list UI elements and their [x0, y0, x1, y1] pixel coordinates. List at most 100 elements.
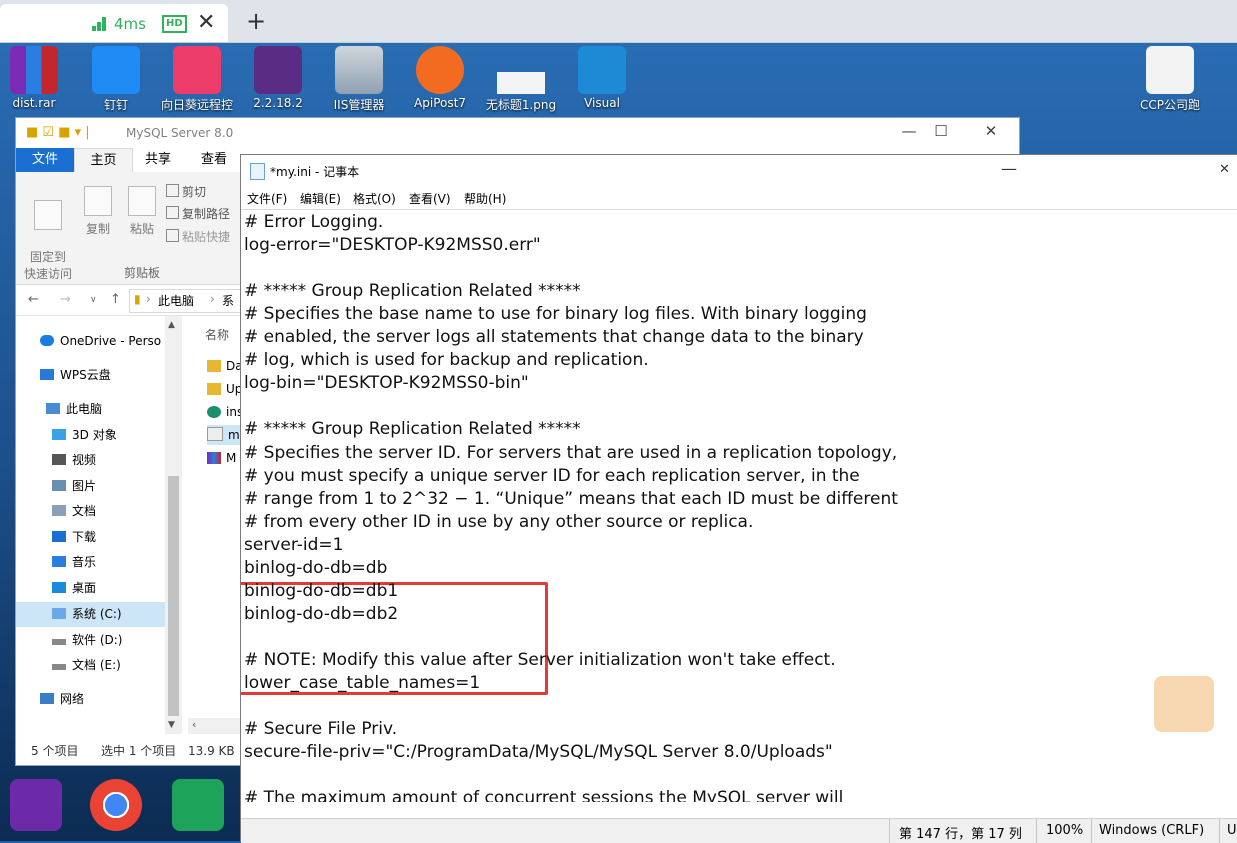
- drive-icon: [52, 608, 66, 619]
- desktop-icon-dingtalk[interactable]: 钉钉: [76, 46, 156, 113]
- nav-item-this-pc[interactable]: 此电脑: [46, 397, 212, 422]
- nav-item-drive-e[interactable]: 文档 (E:): [52, 653, 218, 678]
- desktop-icon-png[interactable]: 无标题1.png: [481, 46, 561, 113]
- text-editor[interactable]: # Error Logging. log-error="DESKTOP-K92MS…: [241, 209, 1237, 802]
- list-item[interactable]: M: [207, 448, 242, 468]
- editor-line: secure-file-priv="C:/ProgramData/MySQL/M…: [244, 742, 833, 763]
- avid-icon: [254, 46, 302, 94]
- scroll-left-icon[interactable]: ‹: [192, 718, 196, 731]
- chrome-icon[interactable]: [90, 779, 142, 831]
- ini-file-icon: [207, 427, 223, 441]
- breadcrumb-this-pc[interactable]: 此电脑: [158, 292, 194, 309]
- breadcrumb-chevron-icon: ›: [146, 292, 151, 306]
- column-header-name[interactable]: 名称: [205, 326, 229, 343]
- list-item[interactable]: my: [207, 425, 242, 445]
- tab-file[interactable]: 文件: [16, 148, 74, 172]
- archive-icon: [207, 452, 221, 464]
- browser-tab[interactable]: 4ms HD ✕: [0, 4, 228, 42]
- nav-item-videos[interactable]: 视频: [52, 448, 218, 473]
- copy-button[interactable]: 复制: [80, 186, 116, 237]
- tab-latency: 4ms: [114, 15, 146, 33]
- vscode-icon: [578, 46, 626, 94]
- minimize-button[interactable]: —: [1001, 159, 1017, 178]
- desktop-icon: [52, 582, 66, 593]
- navigation-bar: ← → ∨ ↑ ▮ › 此电脑 › 系: [16, 285, 244, 316]
- list-item[interactable]: Up: [207, 379, 242, 399]
- editor-line: # Specifies the base name to use for bin…: [244, 304, 867, 325]
- up-icon[interactable]: ↑: [110, 292, 121, 307]
- recent-chevron-icon[interactable]: ∨: [90, 295, 97, 305]
- nav-item-documents[interactable]: 文档: [52, 499, 218, 524]
- scroll-down-icon[interactable]: ▼: [168, 720, 175, 730]
- nav-item-desktop[interactable]: 桌面: [52, 576, 218, 601]
- cut-button[interactable]: 剪切: [166, 183, 206, 200]
- explorer-title: MySQL Server 8.0: [126, 126, 234, 140]
- menu-help[interactable]: 帮助(H): [464, 190, 506, 207]
- scissors-icon: [166, 184, 179, 197]
- forward-icon[interactable]: →: [60, 292, 71, 307]
- pin-quick-access-button[interactable]: 固定到 快速访问: [24, 186, 72, 282]
- tab-home[interactable]: 主页: [74, 148, 133, 173]
- menu-format[interactable]: 格式(O): [353, 190, 396, 207]
- address-bar[interactable]: ▮ › 此电脑 › 系: [129, 289, 244, 313]
- back-icon[interactable]: ←: [28, 292, 39, 307]
- maximize-button[interactable]: ☐: [926, 122, 956, 140]
- paste-shortcut-button[interactable]: 粘贴快捷: [166, 228, 230, 245]
- breadcrumb-system[interactable]: 系: [222, 292, 234, 309]
- desktop-icon-vscode[interactable]: Visual: [562, 46, 642, 110]
- list-item[interactable]: Da: [207, 356, 242, 376]
- wps-icon: [40, 369, 54, 380]
- nav-item-drive-d[interactable]: 软件 (D:): [52, 628, 218, 653]
- desktop-icon-apipost[interactable]: ApiPost7: [400, 46, 480, 110]
- desktop-icon-sunlogin[interactable]: 向日葵远程控: [157, 46, 237, 113]
- film-icon: [52, 454, 66, 465]
- editor-line: # ***** Group Replication Related *****: [244, 419, 581, 440]
- drive-icon: [52, 664, 66, 670]
- computer-icon: [46, 403, 60, 414]
- quick-access-toolbar-icons[interactable]: ■ ☑ ■ ▾ |: [26, 125, 90, 140]
- nav-item-3d[interactable]: 3D 对象: [52, 423, 218, 448]
- editor-line: # Specifies the server ID. For servers t…: [244, 442, 898, 463]
- minimize-button[interactable]: —: [894, 122, 924, 140]
- nav-pane-scrollbar[interactable]: ▲ ▼: [165, 316, 182, 734]
- file-list: 名称 Da Up ins my M: [199, 316, 242, 734]
- cartoon-sticker-icon: [1154, 676, 1214, 732]
- selected-count: 选中 1 个项目: [101, 744, 177, 758]
- list-item[interactable]: ins: [207, 402, 242, 422]
- close-icon[interactable]: ✕: [197, 10, 215, 35]
- desktop-icon-dist-rar[interactable]: dist.rar: [0, 46, 74, 110]
- folder-icon: ▮: [134, 292, 141, 306]
- desktop-icon-avid[interactable]: 2.2.18.2: [238, 46, 318, 110]
- server-icon: [335, 46, 383, 94]
- nav-item-music[interactable]: 音乐: [52, 550, 218, 575]
- close-button[interactable]: ✕: [976, 122, 1006, 140]
- clipboard-icon: [128, 186, 156, 216]
- editor-line: # Error Logging.: [244, 212, 384, 232]
- nav-item-drive-c[interactable]: 系统 (C:): [16, 602, 165, 627]
- desktop-icon-iis[interactable]: IIS管理器: [319, 46, 399, 113]
- line-ending: Windows (CRLF): [1099, 823, 1205, 838]
- menu-view[interactable]: 查看(V): [409, 190, 451, 207]
- file-list-hscrollbar[interactable]: ‹: [188, 718, 242, 734]
- editor-line: server-id=1: [244, 534, 344, 555]
- nav-item-pictures[interactable]: 图片: [52, 474, 218, 499]
- menu-file[interactable]: 文件(F): [247, 190, 287, 207]
- close-button[interactable]: ✕: [1219, 162, 1230, 177]
- axure-rp-icon[interactable]: [10, 779, 62, 831]
- tab-view[interactable]: 查看: [194, 148, 234, 172]
- app-icon[interactable]: [172, 779, 224, 831]
- editor-line: # enabled, the server logs all statement…: [244, 327, 864, 348]
- copy-path-button[interactable]: 复制路径: [166, 205, 230, 222]
- menu-edit[interactable]: 编辑(E): [300, 190, 341, 207]
- scrollbar-thumb[interactable]: [168, 476, 179, 716]
- paste-button[interactable]: 粘贴: [124, 186, 160, 237]
- scroll-up-icon[interactable]: ▲: [168, 320, 175, 330]
- desktop-icon-ccp[interactable]: CCP公司跑: [1130, 46, 1210, 113]
- selected-size: 13.9 KB: [188, 744, 235, 758]
- notepad-statusbar: 第 147 行，第 17 列 100% Windows (CRLF) U: [241, 818, 1237, 843]
- explorer-titlebar: ■ ☑ ■ ▾ | MySQL Server 8.0 — ☐ ✕: [16, 118, 1019, 148]
- tab-share[interactable]: 共享: [138, 148, 178, 172]
- nav-item-downloads[interactable]: 下载: [52, 525, 218, 550]
- new-tab-button[interactable]: +: [246, 7, 266, 35]
- picture-icon: [52, 480, 66, 491]
